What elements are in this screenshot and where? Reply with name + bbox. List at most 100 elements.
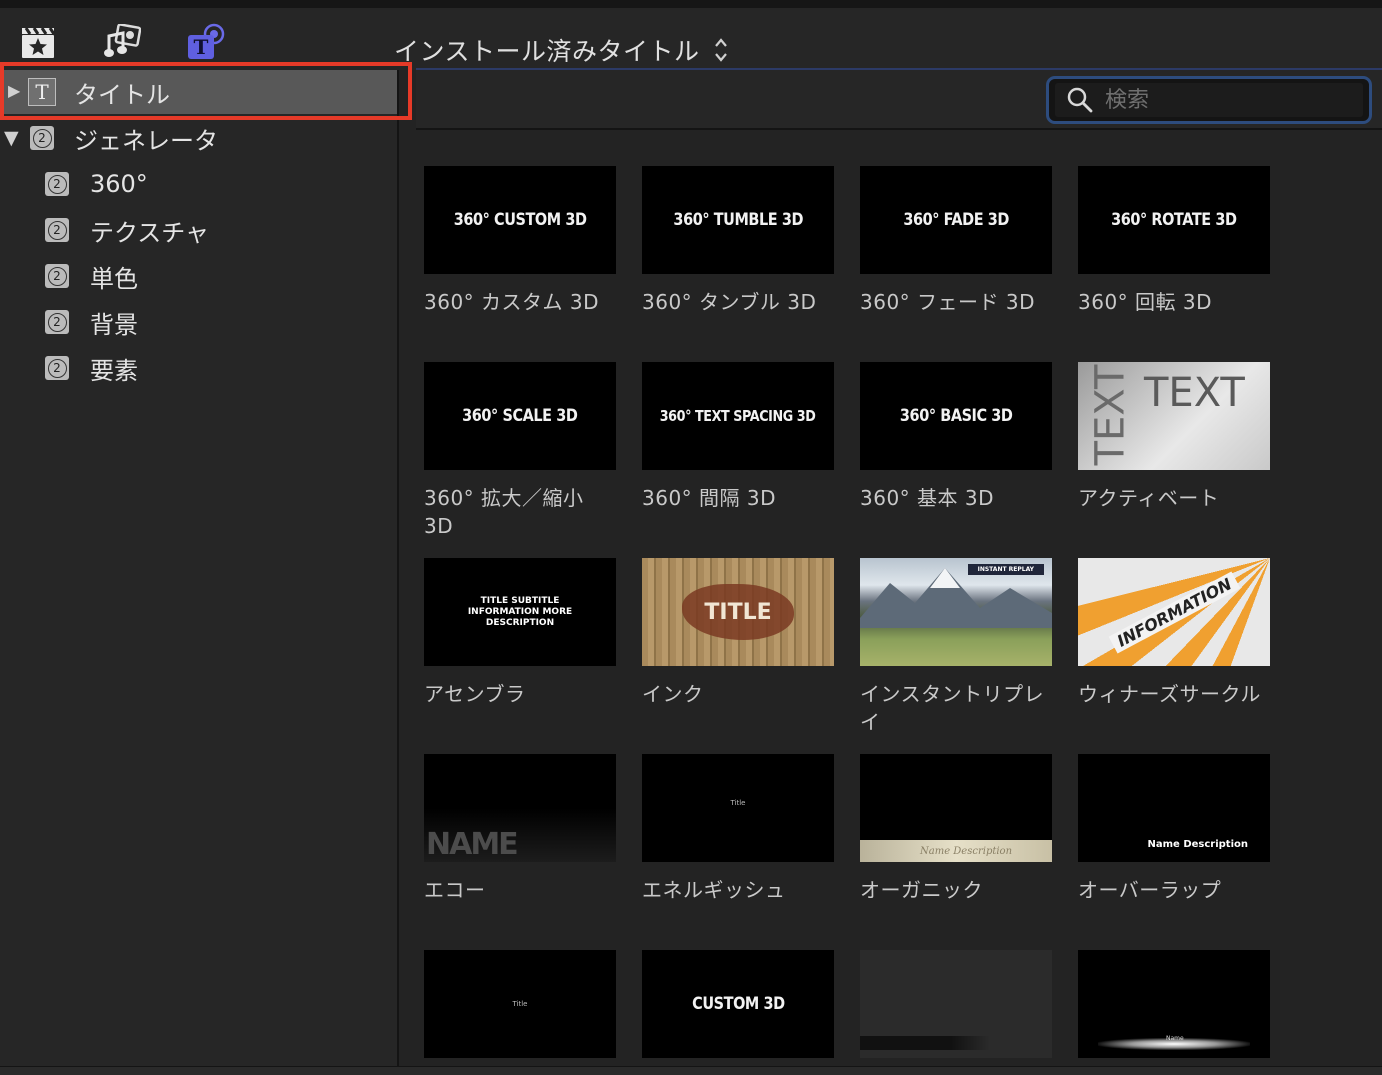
window-top-edge [0,0,1382,8]
title-tile[interactable]: 360° TEXT SPACING 3D 360° 間隔 3D [642,362,834,512]
tile-label: エネルギッシュ [642,878,786,902]
sidebar-item-textures[interactable]: 2 テクスチャ [0,208,397,252]
sidebar-item-backgrounds[interactable]: 2 背景 [0,300,397,344]
tile-thumbnail[interactable]: TEXT TEXT [1078,362,1270,470]
tile-label: インク [642,682,704,706]
tile-label: オーガニック [860,878,983,902]
thumbnail-text: Title [512,1000,528,1008]
browser-title-popup[interactable]: インストール済みタイトル [394,32,728,68]
sidebar-item-label: テクスチャ [90,218,210,247]
generator-icon: 2 [45,218,69,242]
title-tile[interactable]: INFORMATION ウィナーズサークル [1078,558,1270,708]
sidebar-item-label: ジェネレータ [74,126,218,155]
search-field[interactable] [1046,76,1372,124]
tile-label: 360° フェード 3D [860,290,1036,314]
thumbnail-text: 360° BASIC 3D [899,406,1013,426]
sidebar-item-360[interactable]: 2 360° [0,162,397,206]
thumbnail-text: TITLE [704,599,772,625]
title-tile[interactable]: Name Description オーガニック [860,754,1052,904]
sidebar-item-titles[interactable]: ▶ T タイトル [0,70,397,114]
thumbnail-text: 360° SCALE 3D [462,406,578,426]
sidebar-item-elements[interactable]: 2 要素 [0,346,397,390]
tile-thumbnail[interactable]: Title [642,754,834,862]
sidebar: ▶ T タイトル ▼ 2 ジェネレータ 2 360° 2 テクスチャ 2 単色 … [0,70,399,1066]
tile-thumbnail[interactable]: 360° CUSTOM 3D [424,166,616,274]
tile-label: エコー [424,878,486,902]
tile-thumbnail[interactable]: NAME [424,754,616,862]
tile-label: ウィナーズサークル [1078,682,1261,706]
tile-thumbnail[interactable]: CUSTOM 3D [642,950,834,1058]
tile-label: 360° 基本 3D [860,486,995,510]
search-icon [1067,87,1093,113]
title-tile[interactable]: 360° ROTATE 3D 360° 回転 3D [1078,166,1270,316]
disclosure-down-icon[interactable]: ▼ [4,127,19,149]
svg-text:T: T [194,35,209,59]
sidebar-item-generators[interactable]: ▼ 2 ジェネレータ [0,116,397,160]
thumbnail-text: Name Description [920,846,1013,857]
tile-thumbnail[interactable]: INFORMATION [1078,558,1270,666]
thumbnail-text: Name Description [1147,839,1248,850]
title-tile[interactable]: CUSTOM 3D [642,950,834,1058]
tile-thumbnail[interactable]: Name Description [1078,754,1270,862]
title-tile[interactable] [860,950,1052,1058]
tile-thumbnail[interactable]: Title [424,950,616,1058]
title-tile[interactable]: TITLE SUBTITLE INFORMATION MORE DESCRIPT… [424,558,616,708]
browser-toolbar: T インストール済みタイトル [0,8,1382,70]
thumbnail-text: 360° TEXT SPACING 3D [660,407,816,425]
tile-label: 360° 間隔 3D [642,486,777,510]
thumbnail-text: CUSTOM 3D [691,994,785,1014]
tile-thumbnail[interactable]: TITLE [642,558,834,666]
tile-thumbnail[interactable]: 360° BASIC 3D [860,362,1052,470]
title-tile[interactable]: 360° CUSTOM 3D 360° カスタム 3D [424,166,616,316]
tile-thumbnail[interactable] [860,950,1052,1058]
tile-label: アセンブラ [424,682,526,706]
sidebar-item-label: 背景 [90,310,138,339]
title-tile[interactable]: NAME エコー [424,754,616,904]
thumbnail-text: Name [1166,1035,1184,1042]
tile-thumbnail[interactable]: 360° TEXT SPACING 3D [642,362,834,470]
titles-generators-icon[interactable]: T [186,22,226,62]
browser-title-label: インストール済みタイトル [394,37,700,66]
title-tile[interactable]: 360° SCALE 3D 360° 拡大／縮小 3D [424,362,616,540]
tile-thumbnail[interactable]: Name Description [860,754,1052,862]
title-tile[interactable]: 360° BASIC 3D 360° 基本 3D [860,362,1052,512]
generator-icon: 2 [30,126,54,150]
title-tile[interactable]: Title エネルギッシュ [642,754,834,904]
tile-thumbnail[interactable]: 360° ROTATE 3D [1078,166,1270,274]
thumbnail-text: 360° FADE 3D [903,210,1009,230]
title-tile[interactable]: TITLE インク [642,558,834,708]
up-down-chevron-icon [714,38,727,62]
tile-thumbnail[interactable]: INSTANT REPLAY [860,558,1052,666]
thumbnail-text: 360° TUMBLE 3D [673,210,803,230]
search-input[interactable] [1103,86,1327,114]
thumbnail-text: INFORMATION [1108,571,1240,653]
title-tile[interactable]: TEXT TEXT アクティベート [1078,362,1270,512]
title-tile[interactable]: 360° TUMBLE 3D 360° タンブル 3D [642,166,834,316]
tile-thumbnail[interactable]: 360° FADE 3D [860,166,1052,274]
title-tile[interactable]: Name [1078,950,1270,1058]
title-tile[interactable]: Name Description オーバーラップ [1078,754,1270,904]
title-t-icon: T [28,78,56,106]
tile-label: 360° カスタム 3D [424,290,600,314]
thumbnail-text: Title [730,799,746,807]
thumbnail-text: INSTANT REPLAY [967,564,1044,575]
thumbnail-text: NAME [426,827,519,862]
thumbnail-text: 360° CUSTOM 3D [453,210,587,230]
tile-label: 360° 拡大／縮小 3D [424,486,584,538]
sidebar-item-solids[interactable]: 2 単色 [0,254,397,298]
photo-music-icon[interactable] [102,22,142,62]
title-tile[interactable]: Title [424,950,616,1058]
disclosure-right-icon[interactable]: ▶ [8,81,20,100]
sidebar-item-label: タイトル [74,80,170,109]
title-tile[interactable]: INSTANT REPLAY インスタントリプレイ [860,558,1052,736]
tile-label: オーバーラップ [1078,878,1222,902]
tile-thumbnail[interactable]: 360° TUMBLE 3D [642,166,834,274]
clapper-star-icon[interactable] [18,22,58,62]
thumbnail-text: TITLE SUBTITLE INFORMATION MORE DESCRIPT… [467,595,573,628]
title-tile[interactable]: 360° FADE 3D 360° フェード 3D [860,166,1052,316]
tile-thumbnail[interactable]: TITLE SUBTITLE INFORMATION MORE DESCRIPT… [424,558,616,666]
tile-thumbnail[interactable]: Name [1078,950,1270,1058]
tile-thumbnail[interactable]: 360° SCALE 3D [424,362,616,470]
tile-label: アクティベート [1078,486,1220,510]
tile-label: インスタントリプレイ [860,682,1045,734]
